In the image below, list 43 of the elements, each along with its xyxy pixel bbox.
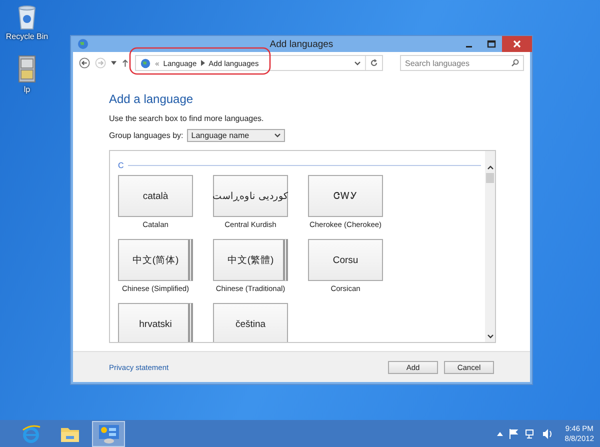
back-icon[interactable] (79, 57, 90, 69)
up-arrow-icon[interactable] (122, 59, 128, 67)
show-hidden-icons-icon[interactable] (496, 432, 503, 436)
desktop-icon-label[interactable]: lp (24, 85, 30, 94)
scroll-down-icon[interactable] (486, 334, 494, 339)
section-letter: C (118, 161, 124, 170)
search-icon (511, 59, 519, 67)
page-heading: Add a language (109, 92, 194, 107)
flag-icon[interactable] (508, 428, 519, 438)
window-title: Add languages (268, 38, 334, 50)
recycle-bin-icon[interactable] (16, 4, 38, 30)
breadcrumb-arrow-icon[interactable] (200, 60, 205, 66)
search-field[interactable]: Search languages (400, 55, 524, 71)
scroll-up-icon[interactable] (486, 165, 494, 170)
language-tile[interactable]: català (118, 175, 193, 217)
maximize-icon (486, 40, 496, 48)
instruction-text: Use the search box to find more languages. (109, 114, 265, 123)
volume-icon[interactable] (542, 428, 553, 438)
language-tile[interactable]: Corsu (308, 239, 383, 281)
scrollbar[interactable] (485, 151, 495, 342)
desktop-icon-label[interactable]: Recycle Bin (6, 32, 48, 41)
globe-icon (140, 58, 152, 68)
language-tile[interactable]: کوردیی ناوەڕاست (213, 175, 288, 217)
browser-icon (20, 424, 40, 444)
chevron-down-icon[interactable] (354, 60, 361, 66)
taskbar-button[interactable] (92, 420, 125, 446)
group-by-dropdown[interactable]: Language name (187, 129, 286, 142)
chevron-down-icon (274, 133, 282, 138)
dropdown-caret-icon[interactable] (111, 61, 117, 65)
refresh-icon[interactable] (370, 59, 378, 67)
control-panel-icon (98, 424, 120, 444)
language-tile[interactable]: hrvatski (118, 303, 193, 342)
globe-icon (77, 38, 89, 50)
scroll-thumb[interactable] (486, 173, 494, 183)
close-icon (513, 40, 521, 48)
language-tile[interactable]: ᏣᎳᎩ (308, 175, 383, 217)
group-by-label: Group languages by: (109, 131, 184, 140)
language-tile[interactable]: 中文(简体) (118, 239, 193, 281)
close-button[interactable] (502, 36, 532, 52)
language-tile[interactable]: čeština (213, 303, 288, 342)
file-cabinet-icon[interactable] (16, 55, 38, 83)
network-icon[interactable] (524, 428, 536, 438)
language-tile[interactable]: 中文(繁體) (213, 239, 288, 281)
